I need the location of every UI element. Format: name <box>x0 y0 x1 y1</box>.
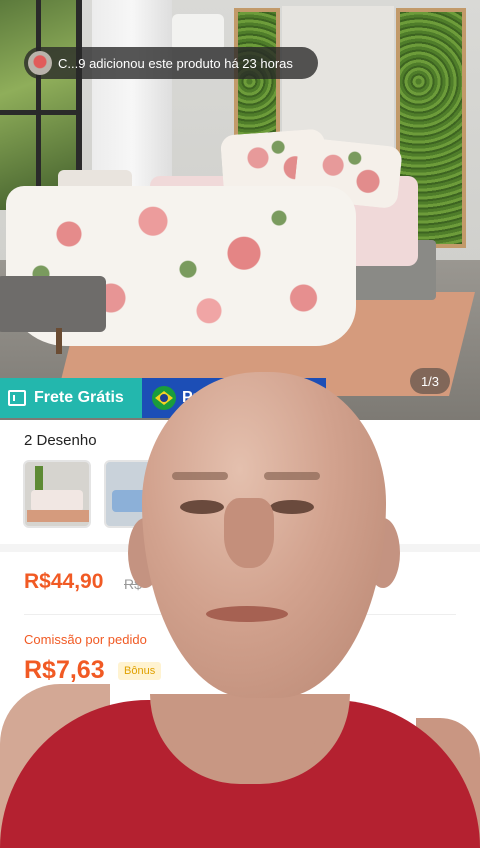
variant-thumbnail[interactable] <box>23 460 91 528</box>
app-screen: C...9 adicionou este produto há 23 horas… <box>0 0 480 848</box>
brazil-flag-icon <box>152 386 176 410</box>
product-image-carousel[interactable]: C...9 adicionou este produto há 23 horas… <box>0 0 480 420</box>
original-price: R$ <box>124 576 142 592</box>
product-info-panel: 2 Desenho R$44,90 R$ Comissão por pedido… <box>0 420 480 848</box>
photo-bench <box>0 276 106 354</box>
badges-strip: Frete Grátis Pr <box>0 378 326 418</box>
commission-label: Comissão por pedido <box>24 632 147 647</box>
shipping-icon <box>8 390 26 406</box>
thumb-rug <box>27 510 89 522</box>
image-counter: 1/3 <box>410 368 450 394</box>
price: R$44,90 <box>24 570 104 593</box>
secondary-price-stub: R$ <box>24 700 40 714</box>
thumb-plant <box>35 466 43 492</box>
bonus-tag: Bônus <box>118 662 162 680</box>
divider-line <box>24 614 456 615</box>
notification-text: C...9 adicionou este produto há 23 horas <box>58 55 293 71</box>
commission-value: R$7,63 <box>24 656 105 684</box>
brazil-badge-label: Pr <box>182 389 199 406</box>
section-divider <box>0 544 480 552</box>
variant-thumbnail[interactable] <box>104 460 172 528</box>
photo-lamp <box>172 14 224 48</box>
free-shipping-label: Frete Grátis <box>34 389 124 406</box>
variant-title: 2 Desenho <box>24 432 97 449</box>
recent-activity-notification: C...9 adicionou este produto há 23 horas <box>24 47 318 79</box>
thumb-bed <box>112 490 164 512</box>
free-shipping-badge: Frete Grátis <box>0 378 142 418</box>
brazil-badge: Pr <box>142 378 326 418</box>
thumb-bed <box>31 490 83 512</box>
avatar <box>28 51 52 75</box>
